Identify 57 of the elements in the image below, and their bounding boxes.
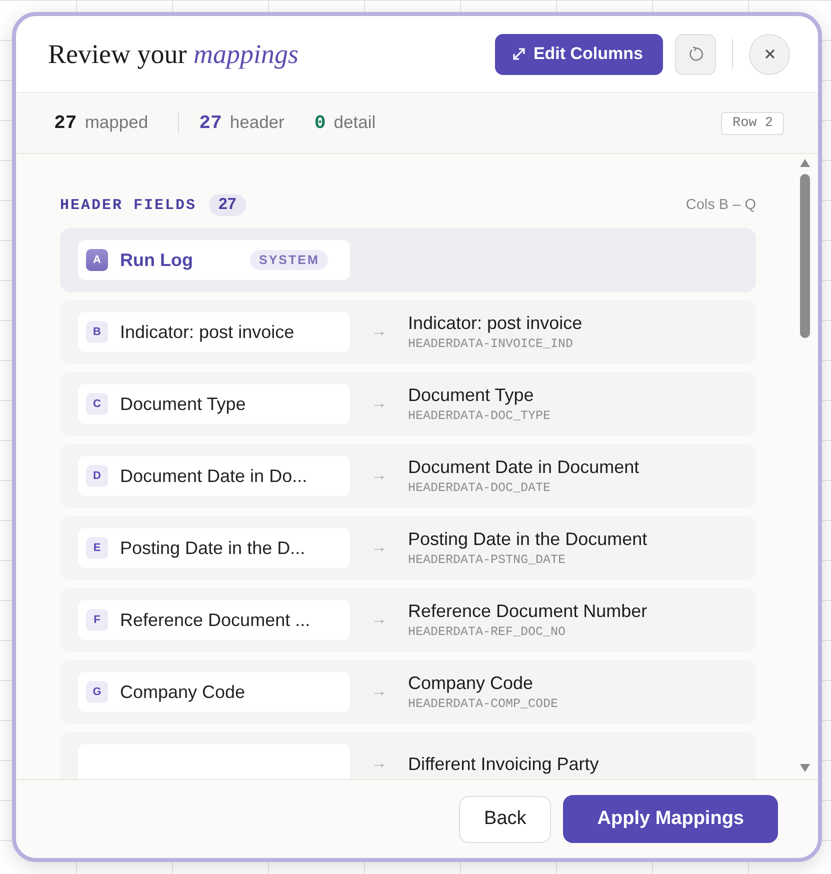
mapping-arrow: → xyxy=(370,539,388,557)
source-column-name: Run Log xyxy=(120,250,194,270)
reset-button[interactable] xyxy=(675,34,716,74)
target-field-code: HEADERDATA-INVOICE_IND xyxy=(408,337,574,351)
stat-label: header xyxy=(230,112,284,133)
column-letter: G xyxy=(86,681,108,703)
close-button[interactable] xyxy=(749,34,790,74)
target-field-name: Reference Document Number xyxy=(408,601,648,622)
column-letter: A xyxy=(86,249,108,271)
target-field-name: Posting Date in the Document xyxy=(408,529,648,550)
mapping-arrow: → xyxy=(370,323,388,341)
target-field-name: Document Date in Document xyxy=(408,457,640,478)
stat-value: 0 xyxy=(314,112,326,134)
mapping-arrow: → xyxy=(370,395,388,413)
target-field-code: HEADERDATA-PSTNG_DATE xyxy=(408,553,567,567)
close-icon xyxy=(764,48,776,60)
scroll-down-icon[interactable] xyxy=(799,763,811,773)
system-tag: SYSTEM xyxy=(250,250,328,270)
mapping-arrow: → xyxy=(370,611,388,629)
stat-value: 27 xyxy=(199,112,222,134)
expand-icon xyxy=(513,48,526,60)
dialog-title: Review your mappings xyxy=(48,38,300,70)
target-field-code: HEADERDATA-COMP_CODE xyxy=(408,697,558,711)
source-column-name: Posting Date in the D... xyxy=(120,538,306,558)
stat-label: mapped xyxy=(84,112,148,133)
scrollbar-thumb[interactable] xyxy=(800,174,810,338)
section-count: 27 xyxy=(208,194,246,216)
column-letter: F xyxy=(86,609,108,631)
apply-mappings-button[interactable]: Apply Mappings xyxy=(563,795,778,843)
column-range: Cols B – Q xyxy=(686,197,756,213)
mapping-arrow: → xyxy=(370,467,388,485)
target-field-name: Company Code xyxy=(408,673,534,694)
back-button[interactable]: Back xyxy=(459,796,552,842)
source-column-name: Company Code xyxy=(120,682,246,702)
target-field-code: HEADERDATA-DOC_TYPE xyxy=(408,409,551,423)
source-column-name: Indicator: post invoice xyxy=(120,322,294,342)
target-field-name: Indicator: post invoice xyxy=(408,313,582,334)
column-letter: E xyxy=(86,537,108,559)
target-field-code: HEADERDATA-DOC_DATE xyxy=(408,481,552,495)
section-title: HEADER FIELDS xyxy=(60,196,197,214)
mapping-arrow: → xyxy=(370,755,388,773)
target-field-code: HEADERDATA-REF_DOC_NO xyxy=(408,625,567,639)
source-column-name: Document Date in Do... xyxy=(120,466,308,486)
edit-columns-button[interactable]: Edit Columns xyxy=(495,34,663,74)
mapping-arrow: → xyxy=(370,683,388,701)
source-column-name: Reference Document ... xyxy=(120,610,310,630)
stat-value: 27 xyxy=(54,112,77,134)
stat-label: detail xyxy=(334,112,376,133)
column-letter: D xyxy=(86,465,108,487)
source-column-name: Document Type xyxy=(120,394,246,414)
column-letter: B xyxy=(86,321,108,343)
scroll-up-icon[interactable] xyxy=(799,158,811,168)
row-badge: Row 2 xyxy=(721,112,784,134)
target-field-name: Different Invoicing Party xyxy=(408,754,599,774)
reset-icon xyxy=(688,46,704,62)
column-letter: C xyxy=(86,393,108,415)
target-field-name: Document Type xyxy=(408,385,535,406)
